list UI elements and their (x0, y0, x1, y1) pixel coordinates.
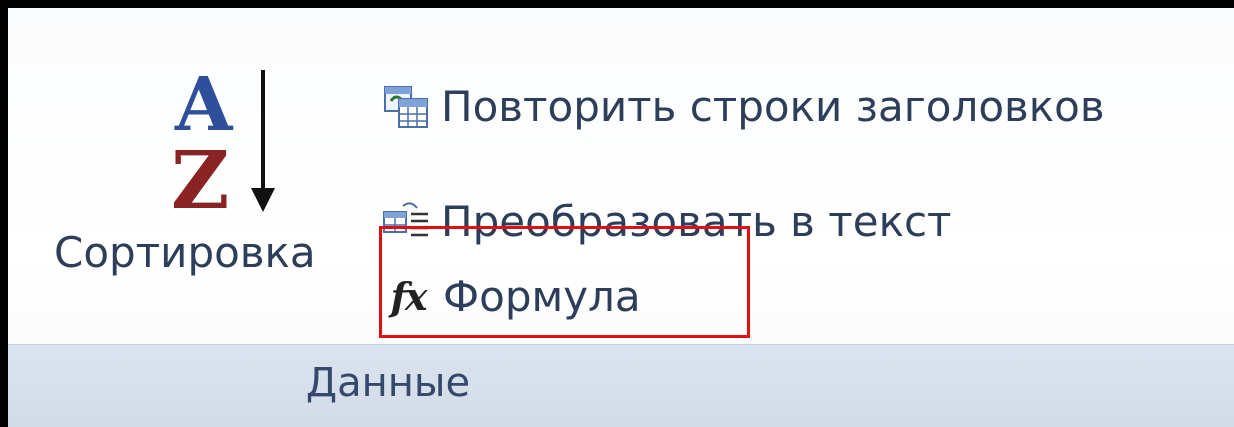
repeat-header-rows-icon (384, 86, 428, 128)
sort-button[interactable]: A Z Сортировка (48, 48, 378, 318)
ribbon-panel: A Z Сортировка Повторить строки заголовк… (8, 8, 1234, 427)
svg-text:Z: Z (171, 133, 229, 218)
repeat-header-rows-label: Повторить строки заголовков (441, 81, 1105, 131)
group-label-data: Данные (305, 360, 471, 406)
sort-az-icon: A Z (171, 62, 275, 218)
formula-highlight-frame (379, 226, 750, 338)
sort-label: Сортировка (54, 228, 316, 277)
repeat-header-rows-button[interactable]: Повторить строки заголовков (381, 68, 1105, 144)
